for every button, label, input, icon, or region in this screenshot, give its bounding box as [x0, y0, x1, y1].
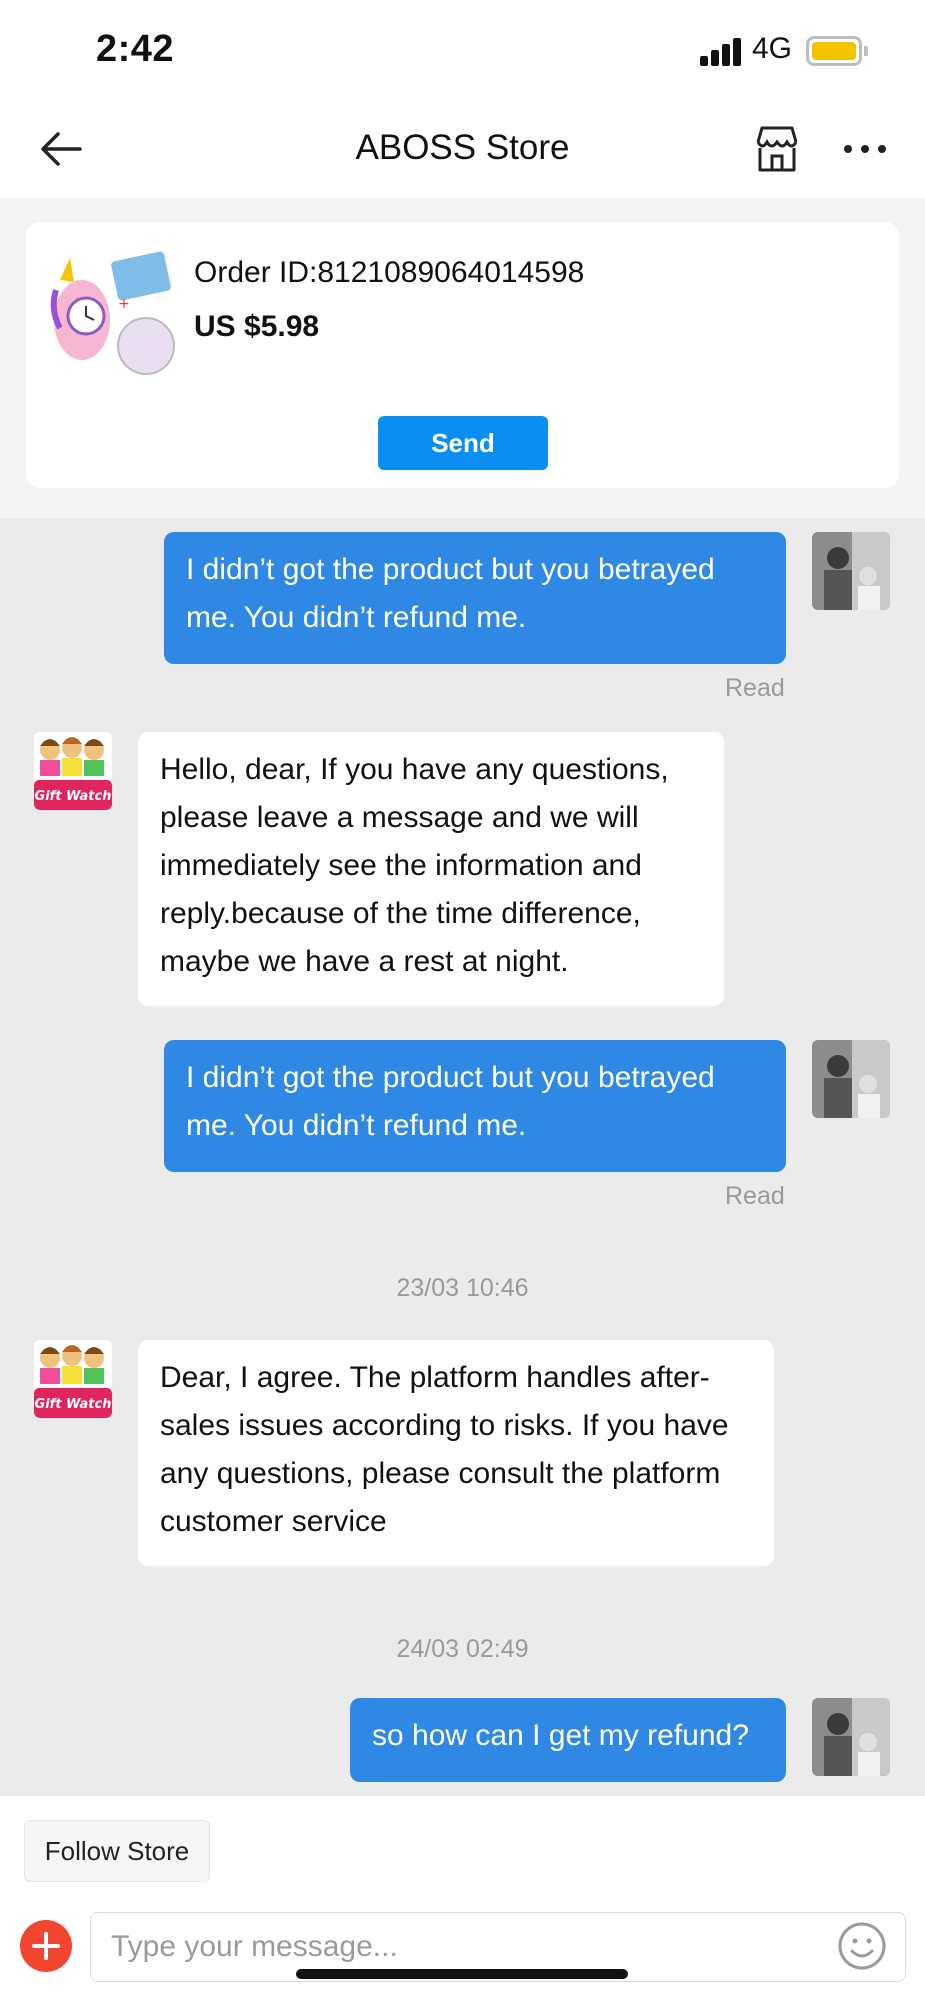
product-thumbnail[interactable]: + [48, 250, 178, 380]
order-price: US $5.98 [194, 310, 320, 343]
message-bubble-outgoing[interactable]: I didn’t got the product but you betraye… [164, 532, 786, 664]
message-bubble-outgoing[interactable]: so how can I get my refund? [350, 1698, 786, 1782]
nav-bar: ABOSS Store [0, 100, 925, 198]
chat-timestamp: 23/03 10:46 [396, 1274, 529, 1302]
store-avatar[interactable]: Gift Watch [34, 732, 112, 810]
order-card[interactable]: + Order ID:8121089064014598 US $5.98 Sen… [26, 222, 899, 488]
smiley-icon [838, 1922, 886, 1970]
user-avatar[interactable] [812, 1698, 890, 1776]
order-area: + Order ID:8121089064014598 US $5.98 Sen… [0, 198, 925, 518]
message-bubble-incoming[interactable]: Hello, dear, If you have any questions, … [138, 732, 724, 1006]
battery-tip [864, 46, 868, 56]
store-button[interactable] [750, 122, 804, 176]
message-bubble-outgoing[interactable]: I didn’t got the product but you betraye… [164, 1040, 786, 1172]
signal-bars-icon [700, 38, 744, 66]
store-avatar-label: Gift Watch [35, 1397, 112, 1412]
order-id: Order ID:8121089064014598 [194, 256, 585, 289]
battery-icon [806, 36, 862, 66]
home-indicator [296, 1969, 628, 1979]
chat-messages[interactable]: I didn’t got the product but you betraye… [0, 518, 925, 1796]
more-dots-icon [844, 145, 886, 153]
store-icon [756, 126, 798, 172]
user-avatar[interactable] [812, 1040, 890, 1118]
emoji-button[interactable] [836, 1920, 888, 1972]
status-bar: 2:42 4G [0, 0, 925, 100]
svg-text:+: + [118, 296, 130, 312]
chat-timestamp: 24/03 02:49 [396, 1635, 529, 1663]
message-bubble-incoming[interactable]: Dear, I agree. The platform handles afte… [138, 1340, 774, 1566]
more-button[interactable] [838, 122, 892, 176]
store-avatar[interactable]: Gift Watch [34, 1340, 112, 1418]
user-avatar[interactable] [812, 532, 890, 610]
read-status: Read [725, 674, 785, 702]
send-order-button[interactable]: Send [378, 416, 548, 470]
add-attachment-button[interactable] [20, 1920, 72, 1972]
follow-store-button[interactable]: Follow Store [24, 1820, 210, 1882]
read-status: Read [725, 1182, 785, 1210]
status-time: 2:42 [96, 28, 175, 70]
plus-circle-icon [32, 1932, 60, 1960]
network-type: 4G [752, 32, 793, 65]
store-avatar-label: Gift Watch [35, 789, 112, 804]
